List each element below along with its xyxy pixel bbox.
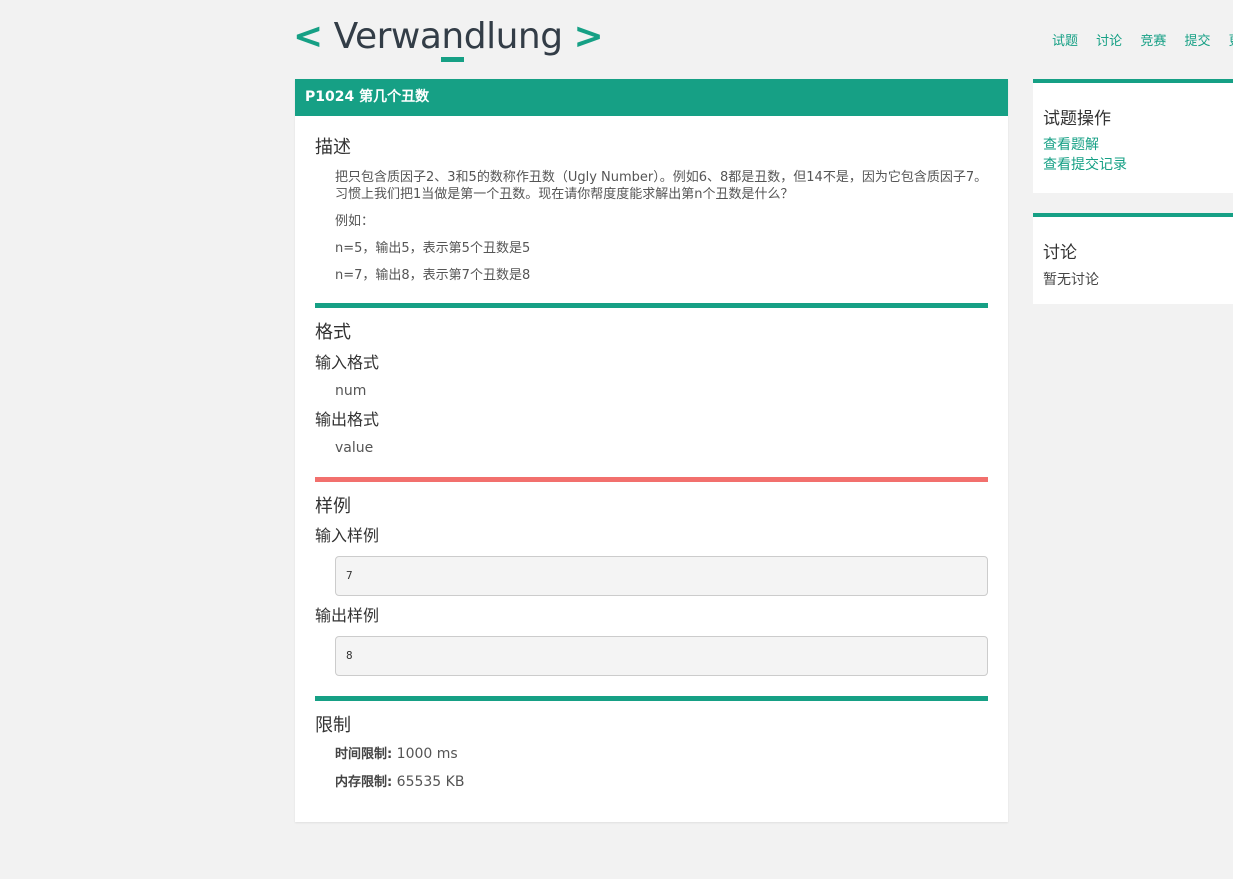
ops-title: 试题操作 bbox=[1043, 109, 1111, 129]
logo-text-cursor: n bbox=[441, 16, 464, 62]
sample-heading: 样例 bbox=[315, 496, 351, 517]
section-divider bbox=[315, 303, 988, 308]
problem-ops-panel: 试题操作 查看题解 查看提交记录 bbox=[1033, 79, 1233, 193]
example-line-2: n=7，输出8，表示第7个丑数是8 bbox=[335, 268, 531, 283]
description-text: 把只包含质因子2、3和5的数称作丑数（Ugly Number）。例如6、8都是丑… bbox=[335, 170, 988, 202]
section-divider bbox=[315, 477, 988, 482]
time-limit-value: 1000 ms bbox=[396, 746, 458, 762]
memory-limit-value: 65535 KB bbox=[396, 774, 465, 790]
example-line-1: n=5，输出5，表示第5个丑数是5 bbox=[335, 241, 531, 256]
nav-more[interactable]: 更 bbox=[1229, 34, 1233, 49]
nav-submit[interactable]: 提交 bbox=[1184, 34, 1210, 49]
memory-limit-label: 内存限制: bbox=[335, 775, 393, 790]
example-label: 例如： bbox=[335, 214, 375, 229]
logo-text-start: Verwa bbox=[333, 16, 442, 57]
output-format-heading: 输出格式 bbox=[315, 410, 380, 429]
view-submissions-link[interactable]: 查看提交记录 bbox=[1043, 155, 1233, 175]
format-heading: 格式 bbox=[315, 322, 351, 343]
problem-panel: P1024 第几个丑数 描述 把只包含质因子2、3和5的数称作丑数（Ugly N… bbox=[295, 79, 1008, 822]
logo-text-end: dlung bbox=[463, 16, 563, 57]
input-format-heading: 输入格式 bbox=[315, 353, 380, 372]
memory-limit: 内存限制: 65535 KB bbox=[315, 772, 988, 793]
sample-input-heading: 输入样例 bbox=[315, 526, 380, 545]
discussion-panel: 讨论 暂无讨论 bbox=[1033, 213, 1233, 304]
problem-title: P1024 第几个丑数 bbox=[295, 79, 1008, 116]
sample-input-box[interactable]: 7 bbox=[335, 556, 988, 596]
nav-contest[interactable]: 竞赛 bbox=[1140, 34, 1166, 49]
view-solutions-link[interactable]: 查看题解 bbox=[1043, 135, 1233, 155]
sample-output-box[interactable]: 8 bbox=[335, 636, 988, 676]
top-nav: 试题 讨论 竞赛 提交 更 bbox=[1052, 30, 1233, 49]
discuss-empty-text: 暂无讨论 bbox=[1043, 272, 1099, 288]
nav-problems[interactable]: 试题 bbox=[1052, 34, 1078, 49]
time-limit-label: 时间限制: bbox=[335, 747, 393, 762]
sample-output-heading: 输出样例 bbox=[315, 606, 380, 625]
input-format-value: num bbox=[335, 383, 367, 399]
limit-heading: 限制 bbox=[315, 715, 351, 736]
section-divider bbox=[315, 696, 988, 701]
logo-left-bracket: < bbox=[293, 16, 323, 57]
discuss-title: 讨论 bbox=[1043, 243, 1077, 263]
output-format-value: value bbox=[335, 440, 374, 456]
logo-right-bracket: > bbox=[573, 16, 604, 57]
site-logo[interactable]: < Verwandlung > bbox=[293, 12, 604, 62]
nav-discuss[interactable]: 讨论 bbox=[1096, 34, 1122, 49]
description-heading: 描述 bbox=[315, 137, 351, 158]
time-limit: 时间限制: 1000 ms bbox=[315, 744, 988, 765]
